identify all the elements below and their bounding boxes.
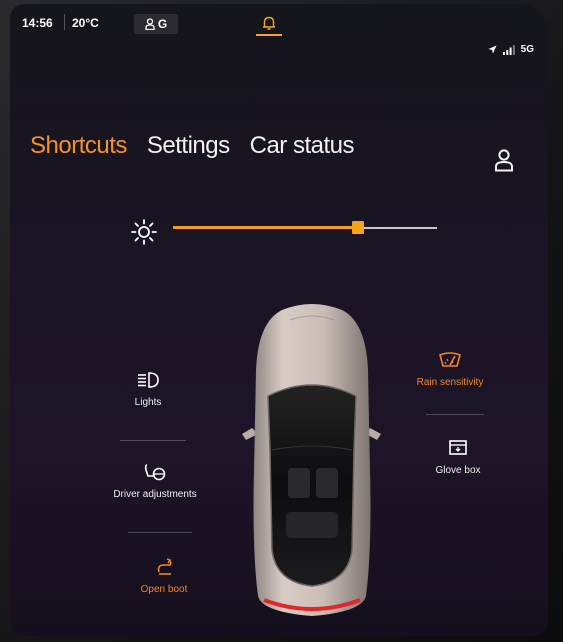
glove-box-label: Glove box [435,465,481,476]
clock: 14:56 [22,16,53,30]
divider [120,440,186,441]
status-bar: 14:56 20°C G 5G [10,4,548,55]
headlight-icon [138,372,159,388]
user-icon [495,149,513,172]
infotainment-screen: 14:56 20°C G 5G Shortcuts Settings Car s… [10,4,548,636]
boot-icon [157,558,172,575]
tab-bar: Shortcuts Settings Car status [30,132,354,160]
driver-adjustments-label: Driver adjustments [113,489,197,500]
seat-steering-icon [144,464,166,481]
notifications-button[interactable] [256,14,282,36]
tab-shortcuts[interactable]: Shortcuts [30,132,127,160]
location-arrow-icon [488,45,497,54]
status-divider [64,14,65,30]
rain-sensitivity-shortcut[interactable]: Rain sensitivity [390,350,510,388]
divider [426,414,484,415]
brightness-slider-handle[interactable] [351,221,364,234]
rain-sensitivity-label: Rain sensitivity [416,377,484,388]
profile-letter: G [157,17,168,31]
wiper-icon [439,352,461,367]
open-boot-label: Open boot [140,584,188,595]
outside-temperature[interactable]: 20°C [72,16,99,30]
profile-button[interactable]: G [134,14,178,34]
driver-adjustments-shortcut[interactable]: Driver adjustments [95,462,215,500]
connectivity-status: 5G [488,44,534,55]
bell-icon [263,16,275,30]
open-boot-shortcut[interactable]: Open boot [104,557,224,595]
network-type: 5G [520,44,534,55]
tab-settings[interactable]: Settings [147,132,230,160]
divider [128,532,192,533]
glove-box-icon [449,440,467,455]
lights-shortcut[interactable]: Lights [88,370,208,408]
notification-indicator [256,34,282,36]
user-icon [145,18,155,30]
car-top-view-image [242,304,381,616]
glove-box-shortcut[interactable]: Glove box [398,438,518,476]
signal-strength-icon [502,44,515,55]
tab-car-status[interactable]: Car status [250,132,355,160]
user-profile-button[interactable] [494,148,514,172]
brightness-slider-fill [173,226,358,229]
brightness-icon [131,219,157,245]
lights-label: Lights [134,397,162,408]
